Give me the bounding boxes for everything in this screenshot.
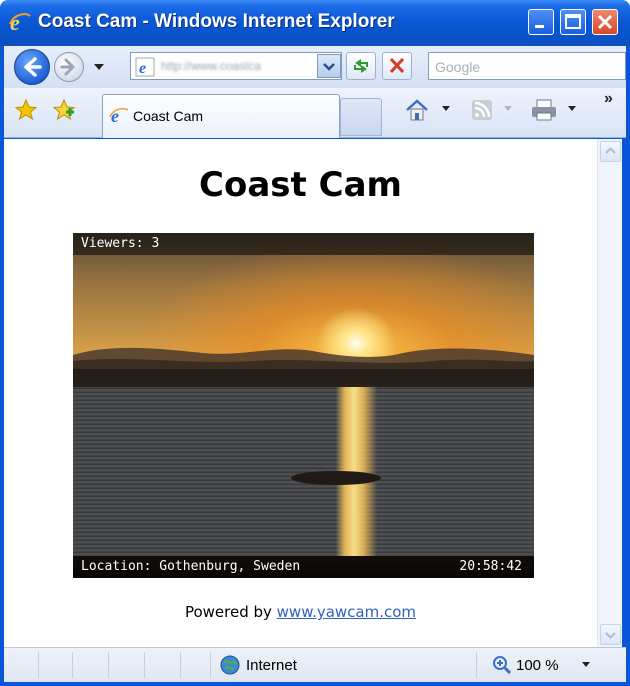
- address-dropdown-button[interactable]: [317, 54, 341, 78]
- print-icon[interactable]: [530, 98, 558, 122]
- status-divider: [144, 652, 145, 678]
- minimize-button[interactable]: [528, 9, 554, 35]
- page-title: Coast Cam: [199, 165, 402, 205]
- refresh-icon: [354, 59, 368, 73]
- chevron-down-icon: [605, 632, 616, 639]
- back-button[interactable]: [14, 49, 50, 85]
- page-icon: e: [135, 57, 155, 77]
- maximize-button[interactable]: [560, 9, 586, 35]
- new-tab-button[interactable]: [340, 98, 382, 136]
- refresh-button[interactable]: [346, 52, 376, 80]
- zoom-level[interactable]: 100 %: [516, 657, 559, 674]
- scroll-up-button[interactable]: [600, 141, 621, 162]
- window-title: Coast Cam - Windows Internet Explorer: [38, 11, 395, 32]
- webcam-footer-overlay: Location: Gothenburg, Sweden 20:58:42: [73, 556, 534, 578]
- webcam-image: Viewers: 3 Location: Gothenburg, Sweden …: [73, 233, 534, 578]
- page-content: Coast Cam Viewers: 3 Location: Gothenbur…: [4, 139, 597, 647]
- close-button[interactable]: [592, 9, 618, 35]
- browser-window: e Coast Cam - Windows Internet Explorer …: [0, 0, 630, 686]
- status-divider: [476, 652, 477, 678]
- search-input[interactable]: Google: [435, 59, 480, 75]
- security-zone-label: Internet: [246, 657, 297, 674]
- title-bar[interactable]: e Coast Cam - Windows Internet Explorer: [0, 0, 630, 46]
- forward-button[interactable]: [54, 52, 84, 82]
- feeds-icon[interactable]: [470, 98, 494, 122]
- location-label: Location: Gothenburg, Sweden: [81, 559, 301, 574]
- vertical-scrollbar[interactable]: [597, 139, 622, 647]
- add-favorites-icon[interactable]: [52, 98, 76, 122]
- powered-by: Powered by www.yawcam.com: [4, 603, 597, 621]
- tab-label: Coast Cam: [133, 108, 204, 124]
- close-icon: [597, 14, 613, 30]
- rock: [291, 471, 381, 485]
- more-commands-icon[interactable]: »: [604, 90, 613, 108]
- home-dropdown-icon[interactable]: [442, 106, 450, 111]
- yawcam-link[interactable]: www.yawcam.com: [277, 603, 416, 621]
- minimize-icon: [535, 25, 544, 28]
- globe-icon: [220, 655, 240, 675]
- status-bar: Internet 100 %: [4, 647, 626, 682]
- tab-bar: e Coast Cam »: [4, 88, 626, 138]
- zoom-dropdown-icon[interactable]: [582, 662, 590, 667]
- print-dropdown-icon[interactable]: [568, 106, 576, 111]
- feeds-dropdown-icon[interactable]: [504, 106, 512, 111]
- address-text[interactable]: http://www.coastca: [161, 59, 311, 73]
- home-icon[interactable]: [404, 98, 430, 122]
- back-arrow-icon: [24, 57, 42, 77]
- forward-arrow-icon: [60, 58, 75, 76]
- search-box[interactable]: Google: [428, 52, 626, 80]
- viewers-count: Viewers: 3: [81, 236, 160, 251]
- maximize-icon: [565, 14, 581, 29]
- svg-text:e: e: [139, 60, 146, 77]
- chevron-down-icon: [323, 63, 335, 71]
- ie-page-icon: e: [109, 106, 129, 125]
- tab-coast-cam[interactable]: e Coast Cam: [102, 94, 340, 138]
- status-divider: [38, 652, 39, 678]
- status-divider: [180, 652, 181, 678]
- stop-button[interactable]: [382, 52, 412, 80]
- history-dropdown-icon[interactable]: [94, 64, 104, 70]
- powered-by-text: Powered by: [184, 603, 277, 621]
- status-divider: [108, 652, 109, 678]
- address-bar[interactable]: e http://www.coastca: [130, 52, 342, 80]
- timestamp: 20:58:42: [459, 559, 522, 574]
- chevron-up-icon: [605, 147, 616, 154]
- water: [73, 387, 534, 556]
- navigation-bar: e http://www.coastca Google: [4, 46, 626, 88]
- ie-logo-icon: e: [9, 10, 31, 34]
- status-divider: [210, 652, 211, 678]
- zoom-icon[interactable]: [492, 655, 512, 675]
- scroll-down-button[interactable]: [600, 624, 621, 645]
- favorites-star-icon[interactable]: [14, 98, 38, 122]
- stop-icon: [389, 57, 405, 74]
- status-divider: [72, 652, 73, 678]
